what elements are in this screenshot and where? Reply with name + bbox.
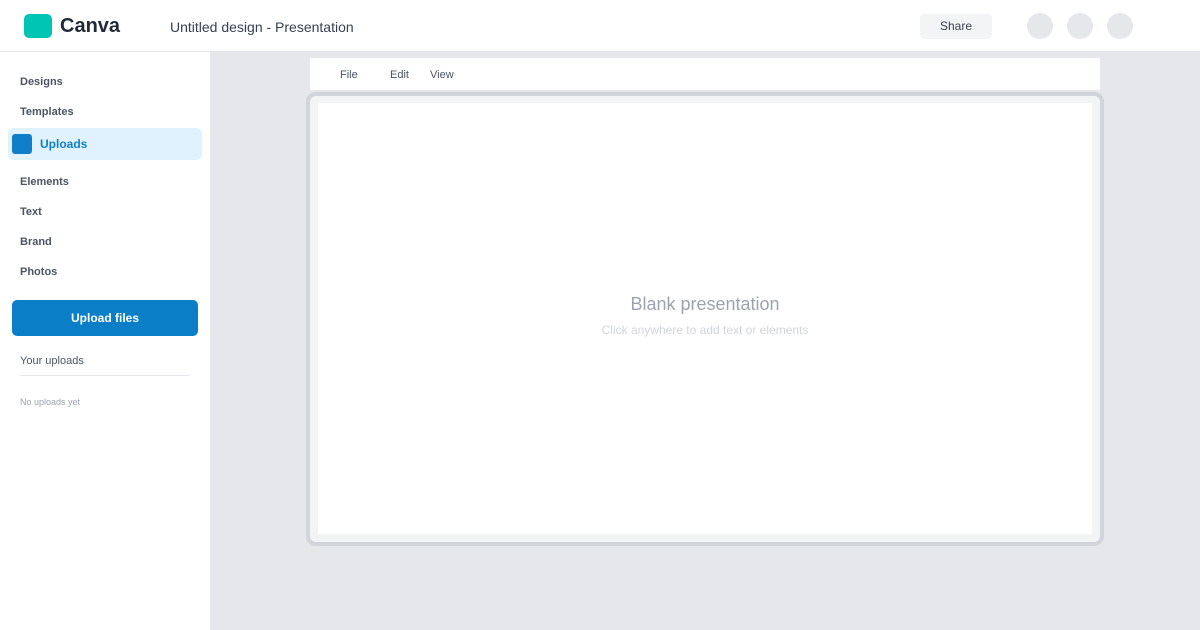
canvas-placeholder-title: Blank presentation	[630, 294, 780, 314]
design-canvas[interactable]: Blank presentation Click anywhere to add…	[318, 103, 1092, 534]
sidebar-item-label: Uploads	[40, 137, 88, 151]
document-title[interactable]: Untitled design - Presentation	[170, 18, 354, 36]
sidebar-item-text[interactable]: Text	[20, 205, 42, 219]
sidebar-item-templates[interactable]: Templates	[20, 105, 74, 119]
empty-uploads-message: No uploads yet	[20, 397, 81, 407]
profile-icon[interactable]	[1107, 13, 1133, 39]
upload-files-button[interactable]: Upload files	[12, 300, 198, 336]
user-avatar-icon[interactable]	[1027, 13, 1053, 39]
menu-edit[interactable]: Edit	[390, 68, 409, 82]
sidebar: Designs Templates Uploads Elements Text …	[0, 52, 210, 630]
share-button[interactable]: Share	[920, 14, 992, 39]
menu-view[interactable]: View	[430, 68, 454, 82]
sidebar-item-photos[interactable]: Photos	[20, 265, 57, 279]
uploads-icon	[12, 134, 32, 154]
app-logo-text[interactable]: Canva	[60, 14, 120, 38]
top-bar: Canva Untitled design - Presentation Sha…	[0, 0, 1200, 52]
menu-file[interactable]: File	[340, 68, 358, 82]
canva-logo-icon[interactable]	[24, 14, 52, 38]
sidebar-item-uploads[interactable]: Uploads	[8, 128, 202, 160]
sidebar-item-elements[interactable]: Elements	[20, 175, 69, 189]
divider	[20, 375, 190, 376]
settings-icon[interactable]	[1067, 13, 1093, 39]
editor-workspace: File Edit View Blank presentation Click …	[210, 52, 1200, 630]
canvas-placeholder-hint: Click anywhere to add text or elements	[601, 323, 809, 337]
sidebar-item-brand[interactable]: Brand	[20, 235, 52, 249]
sidebar-item-designs[interactable]: Designs	[20, 75, 63, 89]
editor-menubar: File Edit View	[310, 58, 1100, 90]
uploads-heading: Your uploads	[20, 355, 84, 367]
